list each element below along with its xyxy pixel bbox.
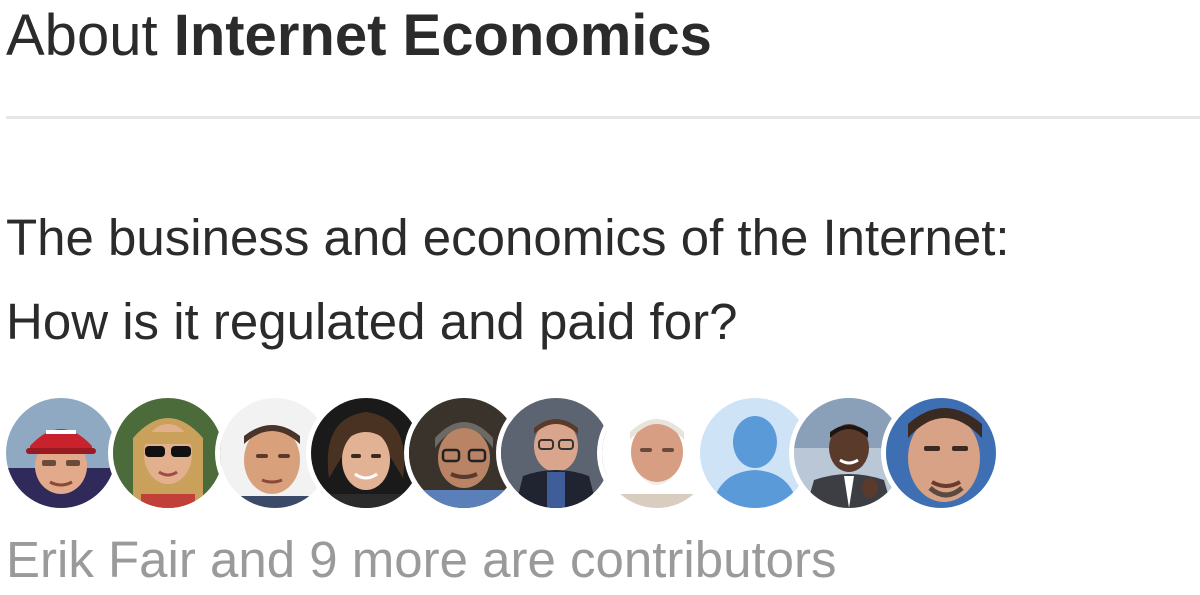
topic-about-panel: About Internet Economics The business an… [0, 0, 1200, 595]
contributor-avatar-2[interactable] [113, 398, 223, 508]
topic-name: Internet Economics [173, 3, 712, 68]
person-icon [886, 398, 996, 508]
contributors-summary-link[interactable]: Erik Fair and 9 more are contributors [6, 530, 837, 590]
person-white-beard-icon [602, 398, 712, 508]
person-sunglasses-icon [113, 398, 223, 508]
contributor-avatar-1[interactable] [6, 398, 116, 508]
title-prefix: About [6, 3, 158, 68]
person-glasses-icon [501, 398, 611, 508]
person-red-cap-icon [6, 398, 116, 508]
description-line-1: The business and economics of the Intern… [6, 209, 1010, 266]
contributor-avatar-4[interactable] [311, 398, 421, 508]
topic-description: The business and economics of the Intern… [6, 196, 1200, 364]
contributor-avatar-7[interactable] [602, 398, 712, 508]
page-title: About Internet Economics [6, 4, 712, 68]
description-line-2: How is it regulated and paid for? [6, 293, 738, 350]
contributor-avatar-6[interactable] [501, 398, 611, 508]
contributor-avatars [6, 398, 1006, 508]
person-curly-hair-icon [311, 398, 421, 508]
divider [6, 116, 1200, 119]
contributor-avatar-10[interactable] [886, 398, 996, 508]
